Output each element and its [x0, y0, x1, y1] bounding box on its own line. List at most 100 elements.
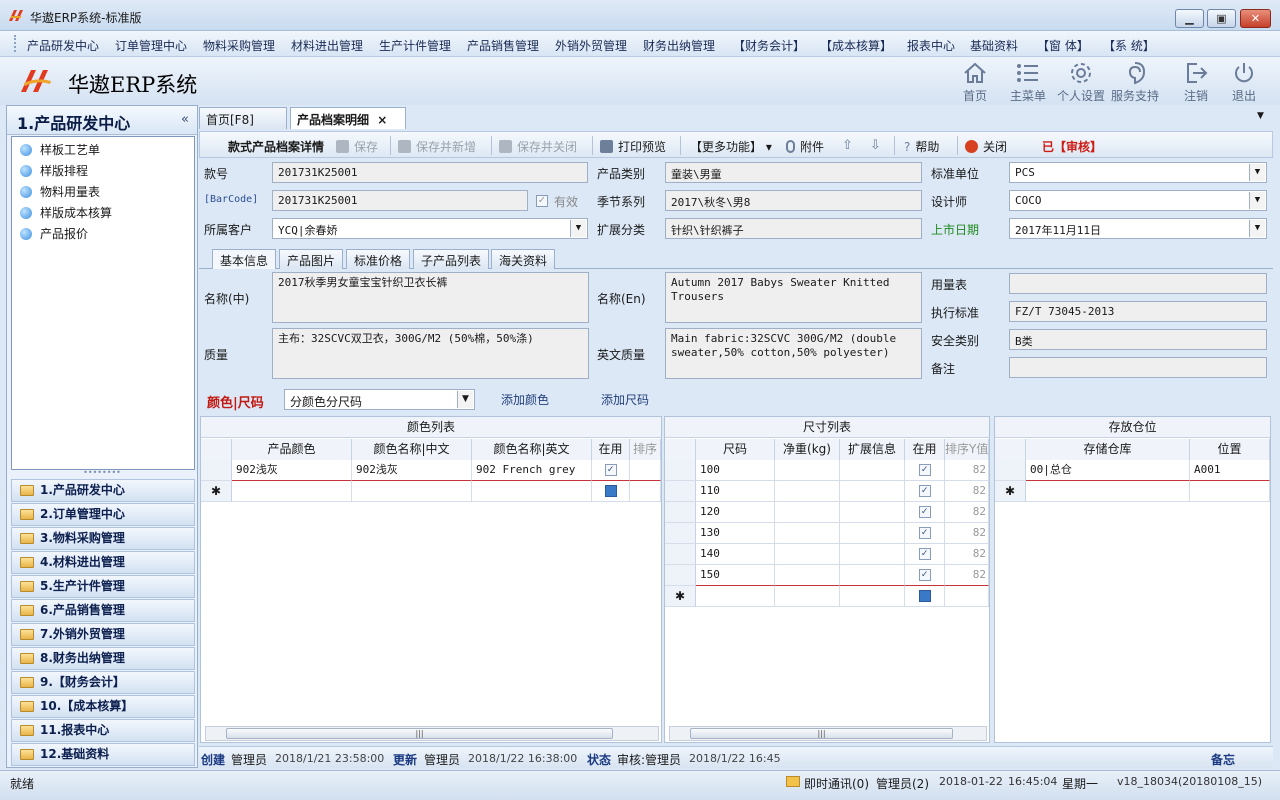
table-cell[interactable]	[775, 544, 840, 565]
table-cell[interactable]: ✓	[905, 523, 945, 544]
minimize-button[interactable]: ▁	[1175, 9, 1204, 28]
menu-item-materials[interactable]: 材料进出管理	[291, 37, 363, 54]
home-button[interactable]: 首页	[945, 61, 1005, 104]
chevron-down-icon[interactable]: ▼	[1249, 192, 1265, 209]
module-costing[interactable]: 10.【成本核算】	[11, 695, 195, 718]
ext-category-field[interactable]: 针织\针织裤子	[665, 218, 922, 239]
table-cell[interactable]	[472, 481, 592, 502]
table-cell[interactable]	[352, 481, 472, 502]
col-size[interactable]: 尺码	[696, 439, 775, 460]
col-warehouse[interactable]: 存储仓库	[1026, 439, 1190, 460]
row-header[interactable]	[665, 565, 696, 586]
col-color-name-en[interactable]: 颜色名称|英文	[472, 439, 592, 460]
subtab-subproducts[interactable]: 子产品列表	[413, 249, 490, 269]
category-field[interactable]: 童装\男童	[665, 162, 922, 183]
add-size-link[interactable]: 添加尺码	[601, 391, 649, 408]
module-basedata[interactable]: 12.基础资料	[11, 743, 195, 766]
table-cell[interactable]	[696, 586, 775, 607]
print-preview-button[interactable]: 打印预览	[600, 138, 666, 155]
table-cell[interactable]	[630, 481, 661, 502]
menu-item-accounting[interactable]: 【财务会计】	[733, 37, 805, 54]
table-cell[interactable]	[840, 502, 905, 523]
name-en-field[interactable]: Autumn 2017 Babys Sweater Knitted Trouse…	[665, 272, 922, 323]
module-production[interactable]: 5.生产计件管理	[11, 575, 195, 598]
col-net-weight[interactable]: 净重(kg)	[775, 439, 840, 460]
usage-field[interactable]	[1009, 273, 1267, 294]
standard-field[interactable]: FZ/T 73045-2013	[1009, 301, 1267, 322]
table-cell[interactable]: 150	[696, 565, 775, 586]
table-cell[interactable]: 110	[696, 481, 775, 502]
move-down-icon[interactable]: ⇩	[870, 138, 881, 153]
table-cell[interactable]: 00|总仓	[1026, 460, 1190, 481]
table-cell[interactable]	[840, 481, 905, 502]
table-cell[interactable]	[775, 502, 840, 523]
scrollbar-thumb[interactable]: |||	[690, 728, 953, 739]
checkbox-checked-icon[interactable]: ✓	[918, 548, 931, 560]
col-in-use[interactable]: 在用	[905, 439, 945, 460]
help-button[interactable]: ? 帮助	[904, 138, 939, 155]
checkbox-checked-icon[interactable]: ✓	[604, 464, 617, 476]
col-product-color[interactable]: 产品颜色	[232, 439, 352, 460]
unit-select[interactable]: PCS ▼	[1009, 162, 1267, 183]
new-row-marker[interactable]: ✱	[201, 481, 232, 502]
module-accounting[interactable]: 9.【财务会计】	[11, 671, 195, 694]
table-cell[interactable]: 120	[696, 502, 775, 523]
menu-item-orders[interactable]: 订单管理中心	[115, 37, 187, 54]
module-orders[interactable]: 2.订单管理中心	[11, 503, 195, 526]
col-color-name-cn[interactable]: 颜色名称|中文	[352, 439, 472, 460]
table-cell[interactable]: ✓	[905, 544, 945, 565]
menu-item-sales[interactable]: 产品销售管理	[467, 37, 539, 54]
table-cell[interactable]	[630, 460, 661, 481]
menu-item-reports[interactable]: 报表中心	[907, 37, 955, 54]
module-purchasing[interactable]: 3.物料采购管理	[11, 527, 195, 550]
save-button[interactable]: 保存	[336, 138, 378, 155]
row-header[interactable]	[995, 460, 1026, 481]
tabs-dropdown-icon[interactable]: ▼	[1257, 111, 1264, 121]
table-cell[interactable]	[1026, 481, 1190, 502]
table-cell[interactable]	[840, 544, 905, 565]
table-cell[interactable]	[775, 586, 840, 607]
instant-message[interactable]: 即时通讯(0)	[804, 775, 869, 792]
table-cell[interactable]: 82	[945, 481, 989, 502]
subtab-basic-info[interactable]: 基本信息	[212, 249, 277, 269]
memo-button[interactable]: 备忘	[1211, 751, 1235, 768]
attachment-button[interactable]: 附件	[786, 138, 824, 155]
sidebar-item-material-usage[interactable]: 物料用量表	[20, 183, 100, 201]
table-cell[interactable]: ✓	[592, 460, 630, 481]
table-cell[interactable]: 130	[696, 523, 775, 544]
menu-item-purchasing[interactable]: 物料采购管理	[203, 37, 275, 54]
menu-item-costing[interactable]: 【成本核算】	[820, 37, 892, 54]
add-color-link[interactable]: 添加颜色	[501, 391, 549, 408]
close-window-button[interactable]: ✕	[1240, 9, 1271, 28]
collapse-icon[interactable]: «	[181, 112, 189, 127]
new-row-marker[interactable]: ✱	[665, 586, 696, 607]
table-cell[interactable]: A001	[1190, 460, 1270, 481]
chevron-down-icon[interactable]: ▼	[570, 220, 586, 237]
table-cell[interactable]: 82	[945, 460, 989, 481]
designer-select[interactable]: COCO ▼	[1009, 190, 1267, 211]
col-location[interactable]: 位置	[1190, 439, 1270, 460]
sidebar-item-sample-costing[interactable]: 样版成本核算	[20, 204, 112, 222]
name-cn-field[interactable]: 2017秋季男女童宝宝针织卫衣长裤	[272, 272, 589, 323]
table-cell[interactable]	[775, 523, 840, 544]
table-cell[interactable]: 82	[945, 502, 989, 523]
table-cell[interactable]	[840, 523, 905, 544]
row-header[interactable]	[201, 460, 232, 481]
checkbox-checked-icon[interactable]: ✓	[918, 464, 931, 476]
horizontal-scrollbar[interactable]: |||	[205, 726, 659, 741]
exit-button[interactable]: 退出	[1214, 61, 1274, 104]
scrollbar-thumb[interactable]: |||	[226, 728, 613, 739]
customer-select[interactable]: YCQ|余春娇 ▼	[272, 218, 588, 239]
col-sort[interactable]: 排序	[630, 439, 661, 460]
table-cell[interactable]	[840, 586, 905, 607]
table-cell[interactable]: ✓	[905, 565, 945, 586]
quality-en-field[interactable]: Main fabric:32SCVC 300G/M2 (double sweat…	[665, 328, 922, 379]
table-cell[interactable]: 82	[945, 544, 989, 565]
subtab-customs[interactable]: 海关资料	[491, 249, 556, 269]
save-new-button[interactable]: 保存并新增	[398, 138, 476, 155]
color-size-mode-select[interactable]: 分颜色分尺码 ▼	[284, 389, 475, 410]
checkbox-indeterminate-icon[interactable]	[918, 590, 931, 602]
horizontal-scrollbar[interactable]: |||	[669, 726, 987, 741]
row-header[interactable]	[665, 502, 696, 523]
personal-settings-button[interactable]: 个人设置	[1051, 61, 1111, 104]
